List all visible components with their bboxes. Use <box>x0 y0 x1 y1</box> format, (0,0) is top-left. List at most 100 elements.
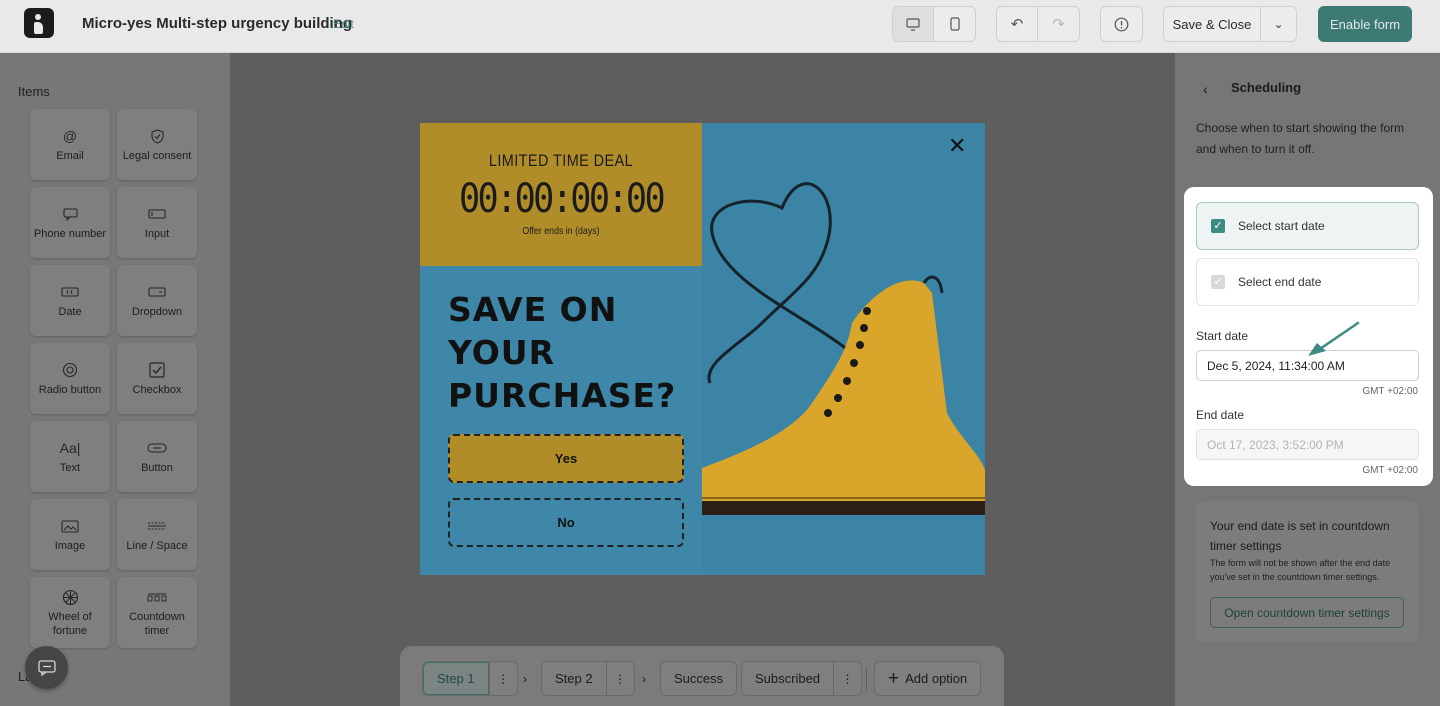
app-logo[interactable] <box>24 8 54 38</box>
form-popup-preview[interactable]: LIMITED TIME DEAL 00:00:00:00 Offer ends… <box>420 123 985 575</box>
step-menu-button[interactable]: ⋮ <box>488 662 517 695</box>
item-label: Checkbox <box>132 384 182 396</box>
add-option-label: Add option <box>905 671 968 686</box>
redo-button[interactable]: ↷ <box>1038 7 1079 41</box>
save-close-button[interactable]: Save & Close <box>1164 7 1261 41</box>
step-label: Subscribed <box>755 671 821 686</box>
button-icon <box>147 438 167 458</box>
items-grid: @ Email Legal consent Phone number Input … <box>30 109 197 648</box>
add-option-button[interactable]: + Add option <box>874 661 982 696</box>
item-date[interactable]: Date <box>30 265 110 336</box>
desktop-icon <box>906 17 920 31</box>
item-label: Countdown timer <box>129 611 185 637</box>
item-label: Phone number <box>33 228 107 240</box>
desktop-view-button[interactable] <box>893 7 934 41</box>
undo-button[interactable]: ↶ <box>997 7 1038 41</box>
add-option-content: + Add option <box>875 662 980 695</box>
plus-icon: + <box>888 667 900 689</box>
info-title: Your end date is set in countdown timer … <box>1210 519 1390 553</box>
info-control <box>1100 6 1143 42</box>
info-body: The form will not be shown after the end… <box>1210 558 1391 582</box>
item-label: Legal consent <box>122 150 192 162</box>
item-countdown-timer[interactable]: Countdown timer <box>117 577 197 648</box>
deal-heading: LIMITED TIME DEAL <box>488 151 634 170</box>
no-button[interactable]: No <box>448 498 684 547</box>
item-label: Input <box>144 228 170 240</box>
history-controls: ↶ ↷ <box>996 6 1080 42</box>
step-2-tab[interactable]: Step 2 ⋮ <box>541 661 635 696</box>
chevron-right-icon: › <box>523 672 527 686</box>
more-vertical-icon: ⋮ <box>614 671 627 686</box>
scheduling-card: ✓ Select start date ✓ Select end date St… <box>1184 187 1433 486</box>
date-icon <box>61 282 79 302</box>
end-date-input[interactable]: Oct 17, 2023, 3:52:00 PM <box>1196 429 1419 460</box>
select-end-date-option[interactable]: ✓ Select end date <box>1196 258 1419 306</box>
option-label: Select end date <box>1238 275 1322 289</box>
chat-bubble-icon <box>37 659 56 676</box>
step-menu-button[interactable]: ⋮ <box>833 662 861 695</box>
image-icon <box>61 516 79 536</box>
item-input[interactable]: Input <box>117 187 197 258</box>
back-button[interactable]: ‹ <box>1203 81 1208 97</box>
item-label: Date <box>58 306 82 318</box>
mobile-icon <box>949 17 960 31</box>
step-menu-button[interactable]: ⋮ <box>605 662 634 695</box>
item-label: Button <box>141 462 173 474</box>
support-chat-button[interactable] <box>25 646 68 689</box>
start-date-label: Start date <box>1196 329 1249 343</box>
countdown-info-box: Your end date is set in countdown timer … <box>1196 501 1419 642</box>
checkbox-icon <box>149 360 165 380</box>
item-checkbox[interactable]: Checkbox <box>117 343 197 414</box>
item-line-space[interactable]: Line / Space <box>117 499 197 570</box>
close-popup-button[interactable]: ✕ <box>948 133 966 159</box>
item-phone-number[interactable]: Phone number <box>30 187 110 258</box>
info-button[interactable] <box>1101 7 1142 41</box>
mobile-view-button[interactable] <box>934 7 975 41</box>
boot-image[interactable]: ✕ <box>702 123 985 575</box>
item-legal-consent[interactable]: Legal consent <box>117 109 197 180</box>
step-navigation: Step 1 ⋮ › Step 2 ⋮ › Success Subscribed… <box>400 646 1004 706</box>
save-close-group: Save & Close ⌄ <box>1163 6 1297 42</box>
select-start-date-option[interactable]: ✓ Select start date <box>1196 202 1419 250</box>
more-vertical-icon: ⋮ <box>841 671 854 686</box>
item-email[interactable]: @ Email <box>30 109 110 180</box>
item-label: Text <box>59 462 81 474</box>
offer-headline[interactable]: SAVE ON YOUR PURCHASE? <box>448 288 676 417</box>
alert-circle-icon <box>1114 17 1129 31</box>
chevron-left-icon: ‹ <box>1203 81 1208 97</box>
redo-icon: ↷ <box>1052 16 1065 33</box>
deal-header[interactable]: LIMITED TIME DEAL 00:00:00:00 Offer ends… <box>420 123 702 266</box>
start-date-checkbox[interactable]: ✓ <box>1211 219 1225 233</box>
step-label: Success <box>674 671 724 686</box>
step-1-tab[interactable]: Step 1 ⋮ <box>422 661 518 696</box>
step-label: Step 2 <box>555 671 593 686</box>
subscribed-tab[interactable]: Subscribed ⋮ <box>741 661 863 696</box>
offer-panel: SAVE ON YOUR PURCHASE? Yes No <box>420 266 702 575</box>
item-button[interactable]: Button <box>117 421 197 492</box>
end-date-checkbox[interactable]: ✓ <box>1211 275 1225 289</box>
item-label: Dropdown <box>131 306 183 318</box>
chevron-right-icon: › <box>642 672 646 686</box>
item-text[interactable]: Aa| Text <box>30 421 110 492</box>
success-tab[interactable]: Success <box>660 661 738 696</box>
item-radio-button[interactable]: Radio button <box>30 343 110 414</box>
save-options-dropdown[interactable]: ⌄ <box>1261 7 1296 41</box>
items-sidebar: Items @ Email Legal consent Phone number … <box>0 53 230 706</box>
item-dropdown[interactable]: Dropdown <box>117 265 197 336</box>
top-bar: Micro-yes Multi-step urgency building Ed… <box>0 0 1440 53</box>
item-label: Email <box>56 150 84 162</box>
panel-description: Choose when to start showing the form an… <box>1196 121 1405 156</box>
item-label: Image <box>54 540 86 552</box>
item-image[interactable]: Image <box>30 499 110 570</box>
open-countdown-settings-button[interactable]: Open countdown timer settings <box>1210 597 1404 628</box>
item-label: Radio button <box>38 384 102 396</box>
edit-title-link[interactable]: Edit <box>333 17 354 31</box>
enable-form-button[interactable]: Enable form <box>1318 6 1412 42</box>
yes-button[interactable]: Yes <box>448 434 684 483</box>
timer-caption: Offer ends in (days) <box>522 226 600 237</box>
more-vertical-icon: ⋮ <box>497 671 510 686</box>
device-toggle <box>892 6 976 42</box>
item-wheel-of-fortune[interactable]: Wheel of fortune <box>30 577 110 648</box>
item-label: Wheel of fortune <box>48 611 92 637</box>
check-icon: ✓ <box>1213 275 1223 288</box>
